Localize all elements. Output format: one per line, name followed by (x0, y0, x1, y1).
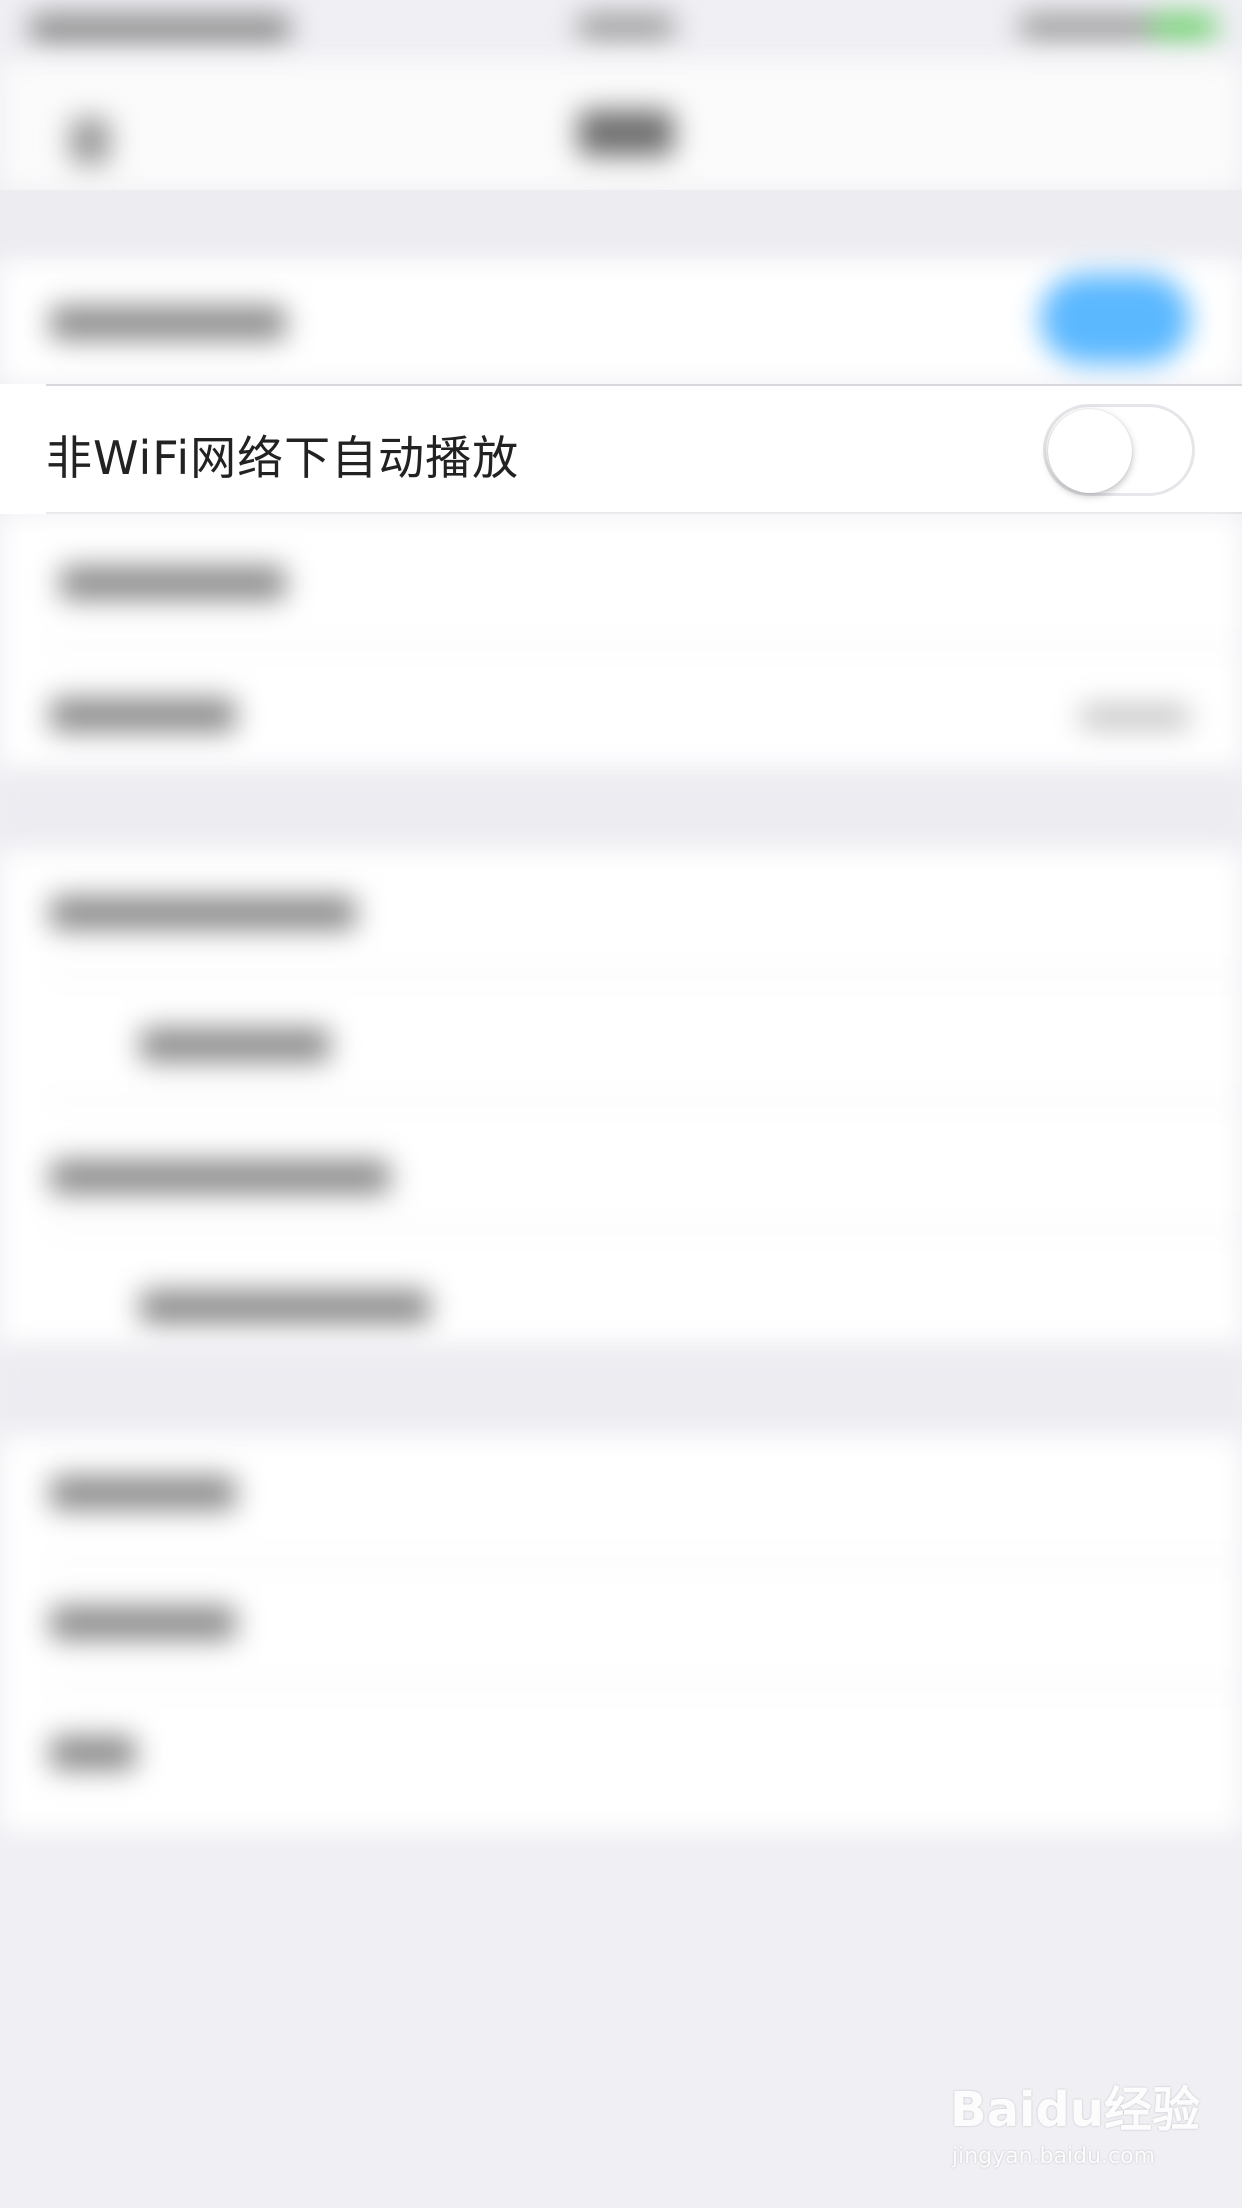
toggle-knob[interactable] (1048, 409, 1132, 493)
blurred-value (1080, 704, 1190, 730)
settings-screen: 非WiFi网络下自动播放 Baidu经验 jingyan.baidu.com (0, 0, 1242, 2208)
blurred-toggle-on[interactable] (1040, 274, 1190, 364)
status-time (578, 14, 674, 40)
status-carrier (30, 14, 290, 44)
blurred-label (60, 566, 286, 600)
watermark-url: jingyan.baidu.com (952, 2144, 1156, 2169)
blurred-label (50, 1606, 236, 1640)
section-gap (0, 1350, 1242, 1436)
nav-bar (0, 60, 1242, 190)
section-gap (0, 774, 1242, 850)
status-indicators (1020, 14, 1160, 40)
battery-icon (1150, 14, 1216, 40)
baidu-jingyan-watermark: Baidu经验 jingyan.baidu.com (950, 2070, 1210, 2180)
settings-group-middle (0, 850, 1242, 1350)
settings-group-top-rest (0, 514, 1242, 774)
row-separator (46, 974, 1242, 976)
autoplay-non-wifi-label: 非WiFi网络下自动播放 (46, 431, 520, 485)
autoplay-non-wifi-toggle[interactable] (1043, 404, 1195, 496)
row-separator (46, 1560, 1242, 1562)
blurred-label (50, 896, 356, 930)
status-bar (0, 0, 1242, 60)
page-title (578, 110, 674, 156)
blurred-label (50, 698, 236, 732)
blurred-label (50, 1160, 390, 1194)
row-separator (46, 1228, 1242, 1230)
blurred-label (50, 1476, 236, 1510)
watermark-logo: Baidu经验 (950, 2082, 1200, 2138)
settings-group-top (0, 260, 1242, 384)
blurred-label (140, 1028, 330, 1062)
blurred-label (140, 1290, 430, 1324)
section-gap (0, 190, 1242, 260)
row-separator (46, 644, 1242, 646)
back-arrow-icon[interactable] (70, 118, 110, 164)
row-separator (46, 384, 1242, 386)
row-separator (46, 1686, 1242, 1688)
blurred-label (50, 306, 286, 340)
autoplay-non-wifi-row: 非WiFi网络下自动播放 (0, 384, 1242, 514)
row-separator (46, 1100, 1242, 1102)
settings-group-bottom (0, 1436, 1242, 1832)
blurred-label (50, 1736, 136, 1770)
